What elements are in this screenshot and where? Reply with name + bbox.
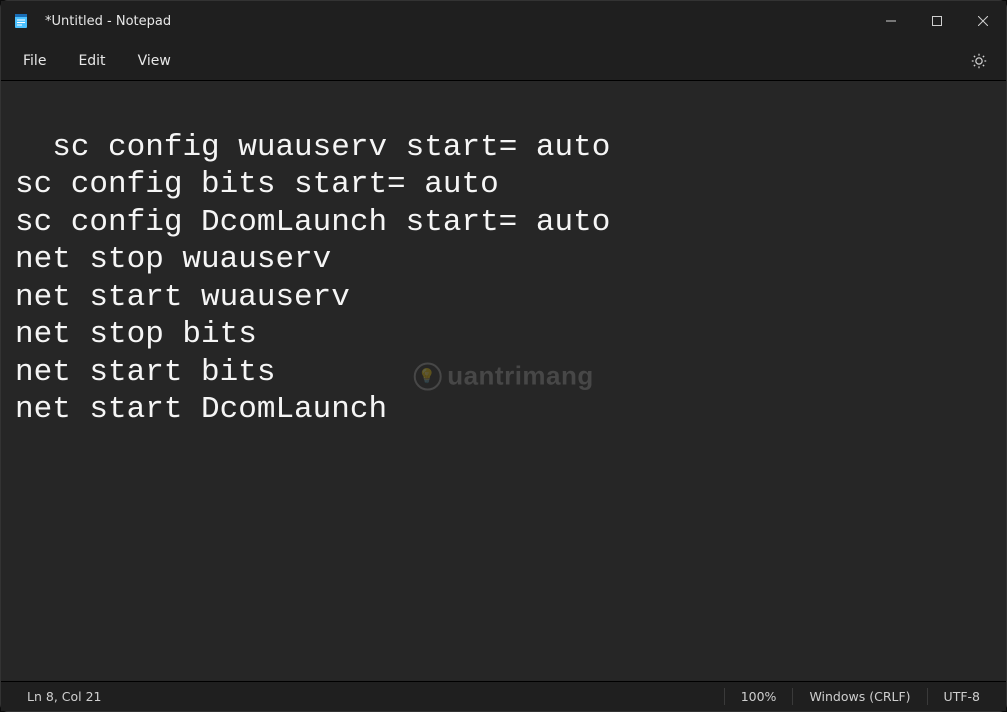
- menu-edit[interactable]: Edit: [62, 47, 121, 75]
- statusbar: Ln 8, Col 21 100% Windows (CRLF) UTF-8: [1, 681, 1006, 711]
- menu-view[interactable]: View: [122, 47, 187, 75]
- menu-file[interactable]: File: [7, 47, 62, 75]
- watermark-text: uantrimang: [447, 361, 594, 392]
- settings-button[interactable]: [958, 46, 1000, 76]
- notepad-app-icon: [13, 13, 29, 29]
- status-encoding: UTF-8: [928, 682, 996, 711]
- maximize-button[interactable]: [914, 1, 960, 41]
- titlebar: *Untitled - Notepad: [1, 1, 1006, 41]
- window-title: *Untitled - Notepad: [45, 14, 171, 29]
- status-line-ending: Windows (CRLF): [793, 682, 926, 711]
- status-cursor-position: Ln 8, Col 21: [11, 682, 118, 711]
- gear-icon: [970, 52, 988, 70]
- editor-content: sc config wuauserv start= auto sc config…: [15, 130, 610, 428]
- window-controls: [868, 1, 1006, 41]
- watermark: 💡 uantrimang: [413, 361, 594, 392]
- minimize-button[interactable]: [868, 1, 914, 41]
- menubar: File Edit View: [1, 41, 1006, 81]
- status-zoom[interactable]: 100%: [725, 682, 793, 711]
- text-editor[interactable]: sc config wuauserv start= auto sc config…: [1, 81, 1006, 681]
- close-button[interactable]: [960, 1, 1006, 41]
- lightbulb-icon: 💡: [413, 362, 441, 390]
